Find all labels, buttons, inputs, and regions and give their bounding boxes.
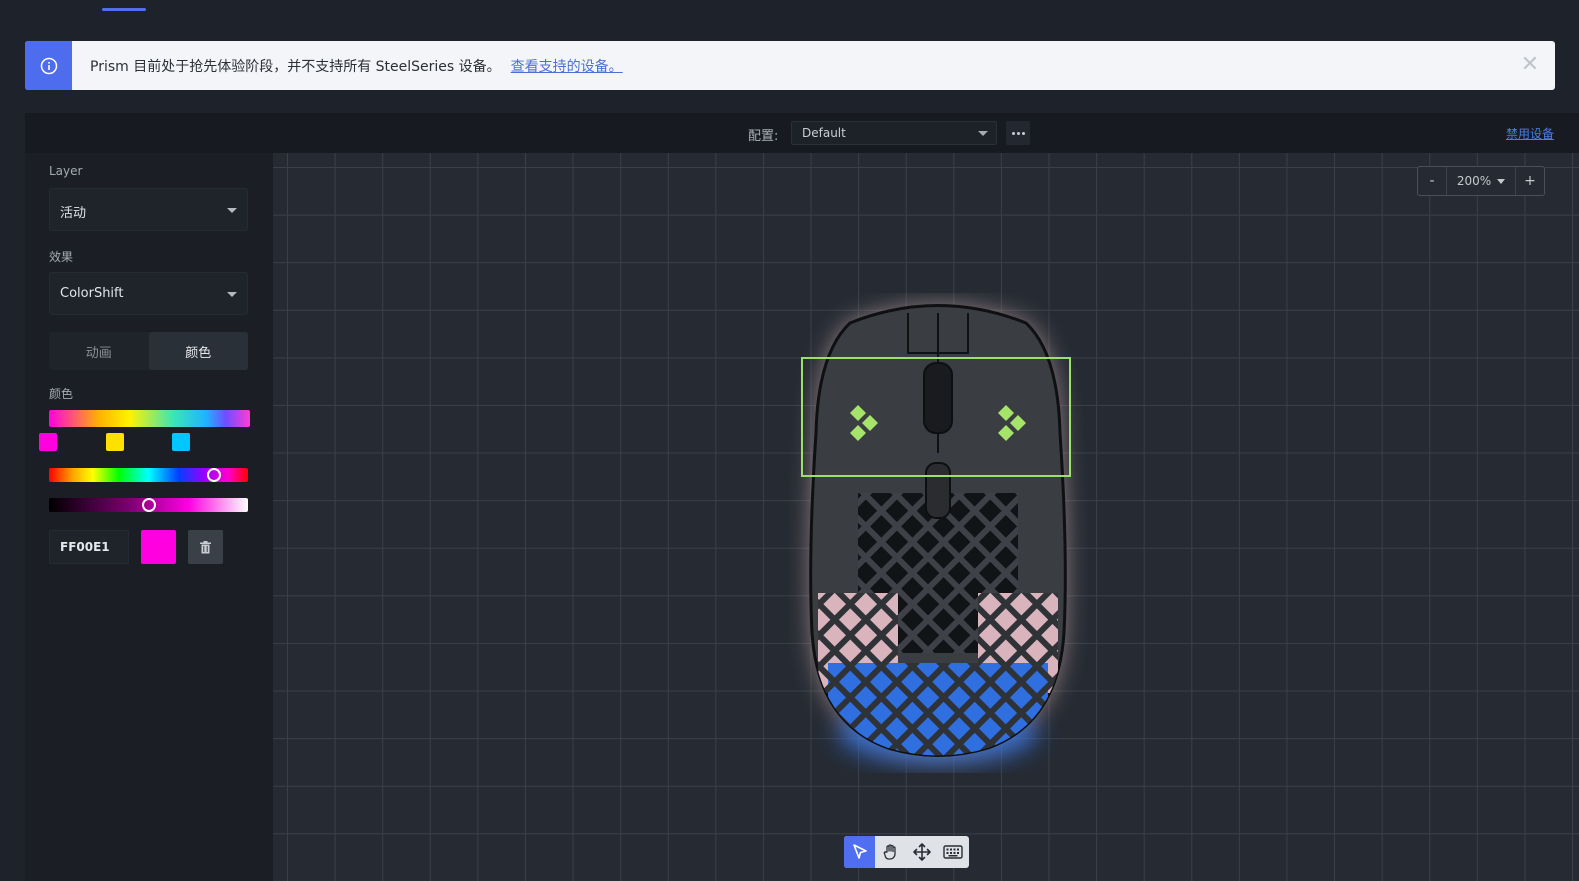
saturation-slider-handle[interactable] <box>142 498 156 512</box>
chevron-down-icon <box>227 292 237 297</box>
effect-dropdown-value: ColorShift <box>60 286 124 301</box>
dot-icon <box>1016 131 1020 135</box>
color-label: 颜色 <box>49 387 74 401</box>
hex-color-input[interactable]: FF00E1 <box>49 530 129 564</box>
dot-icon <box>1021 131 1025 135</box>
early-access-notice: Prism 目前处于抢先体验阶段，并不支持所有 SteelSeries 设备。 … <box>25 41 1555 90</box>
zoom-level-select[interactable]: 200% <box>1446 167 1516 195</box>
editor-toolbar: 配置: Default 禁用设备 <box>25 113 1579 153</box>
gradient-preview[interactable] <box>49 410 250 427</box>
profile-select-value: Default <box>802 126 846 140</box>
select-tool-button[interactable] <box>844 836 875 868</box>
effect-tab-switcher: 动画 颜色 <box>49 332 248 370</box>
move-tool-button[interactable] <box>906 836 937 868</box>
active-tab-indicator <box>102 8 146 11</box>
hue-slider-handle[interactable] <box>207 468 221 482</box>
info-icon <box>25 41 72 90</box>
effect-sidebar: Layer 活动 效果 ColorShift 动画 颜色 颜色 FF00E1 <box>25 153 273 881</box>
cursor-icon <box>852 844 867 859</box>
mouse-device-preview[interactable] <box>788 293 1088 773</box>
color-swatch[interactable] <box>141 530 176 564</box>
zoom-out-button[interactable]: - <box>1418 167 1446 195</box>
layer-label: Layer <box>49 164 83 178</box>
effect-label: 效果 <box>49 250 74 264</box>
zoom-control: - 200% + <box>1417 166 1545 196</box>
gradient-stop[interactable] <box>39 433 57 451</box>
disable-device-link[interactable]: 禁用设备 <box>1506 125 1554 142</box>
layer-dropdown[interactable]: 活动 <box>49 188 248 231</box>
more-options-button[interactable] <box>1006 121 1030 145</box>
tab-color[interactable]: 颜色 <box>148 332 248 370</box>
hand-tool-button[interactable] <box>875 836 906 868</box>
trash-icon <box>200 540 211 553</box>
notice-message: Prism 目前处于抢先体验阶段，并不支持所有 SteelSeries 设备。 <box>90 58 501 75</box>
chevron-down-icon <box>227 208 237 213</box>
profile-select[interactable]: Default <box>791 121 997 145</box>
profile-label: 配置: <box>748 129 779 144</box>
supported-devices-link[interactable]: 查看支持的设备。 <box>511 56 623 76</box>
gradient-stop[interactable] <box>172 433 190 451</box>
delete-color-button[interactable] <box>188 530 223 564</box>
close-icon[interactable]: ✕ <box>1519 54 1541 76</box>
prism-editor: 配置: Default 禁用设备 Layer 活动 效果 ColorShift … <box>25 113 1579 881</box>
effect-dropdown[interactable]: ColorShift <box>49 272 248 315</box>
device-canvas[interactable]: - 200% + <box>273 153 1579 881</box>
layer-dropdown-value: 活动 <box>60 206 87 221</box>
tab-animation[interactable]: 动画 <box>49 332 149 370</box>
chevron-down-icon <box>1497 178 1506 184</box>
chevron-down-icon <box>978 131 988 136</box>
move-icon <box>912 843 931 861</box>
zoom-in-button[interactable]: + <box>1516 167 1544 195</box>
gradient-stop[interactable] <box>106 433 124 451</box>
keyboard-tool-button[interactable] <box>937 836 968 868</box>
canvas-tool-bar <box>844 836 969 868</box>
keyboard-icon <box>942 845 963 859</box>
hand-icon <box>883 844 896 860</box>
zoom-level-value: 200% <box>1456 174 1492 188</box>
dot-icon <box>1011 131 1015 135</box>
